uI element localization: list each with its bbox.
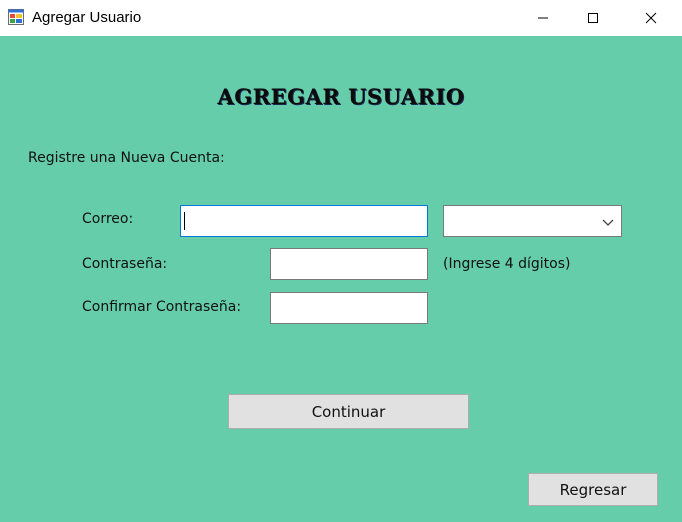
agregar-usuario-window: Agregar Usuario AGREGAR USUARIO Registre… [0, 0, 682, 522]
back-button[interactable]: Regresar [528, 473, 658, 506]
confirm-password-label: Confirmar Contraseña: [82, 299, 242, 315]
continue-button[interactable]: Continuar [228, 394, 469, 429]
register-label: Registre una Nueva Cuenta: [28, 150, 225, 166]
password-label: Contraseña: [82, 256, 168, 272]
password-hint: (Ingrese 4 dígitos) [443, 256, 571, 272]
minimize-button[interactable] [520, 0, 566, 36]
title-bar[interactable]: Agregar Usuario [0, 0, 682, 36]
page-title: AGREGAR USUARIO [217, 84, 465, 109]
confirm-password-field[interactable] [270, 292, 428, 324]
close-icon [645, 12, 657, 24]
window-title: Agregar Usuario [32, 9, 142, 26]
email-field[interactable] [180, 205, 428, 237]
email-label: Correo: [82, 211, 134, 227]
text-caret [184, 212, 185, 230]
maximize-icon [588, 13, 598, 23]
chevron-down-icon [602, 219, 614, 226]
email-domain-select[interactable] [443, 205, 622, 237]
form-app-icon [8, 9, 24, 25]
minimize-icon [538, 17, 548, 19]
close-button[interactable] [628, 0, 674, 36]
password-field[interactable] [270, 248, 428, 280]
maximize-button[interactable] [570, 0, 616, 36]
form-area: AGREGAR USUARIO Registre una Nueva Cuent… [0, 36, 682, 522]
